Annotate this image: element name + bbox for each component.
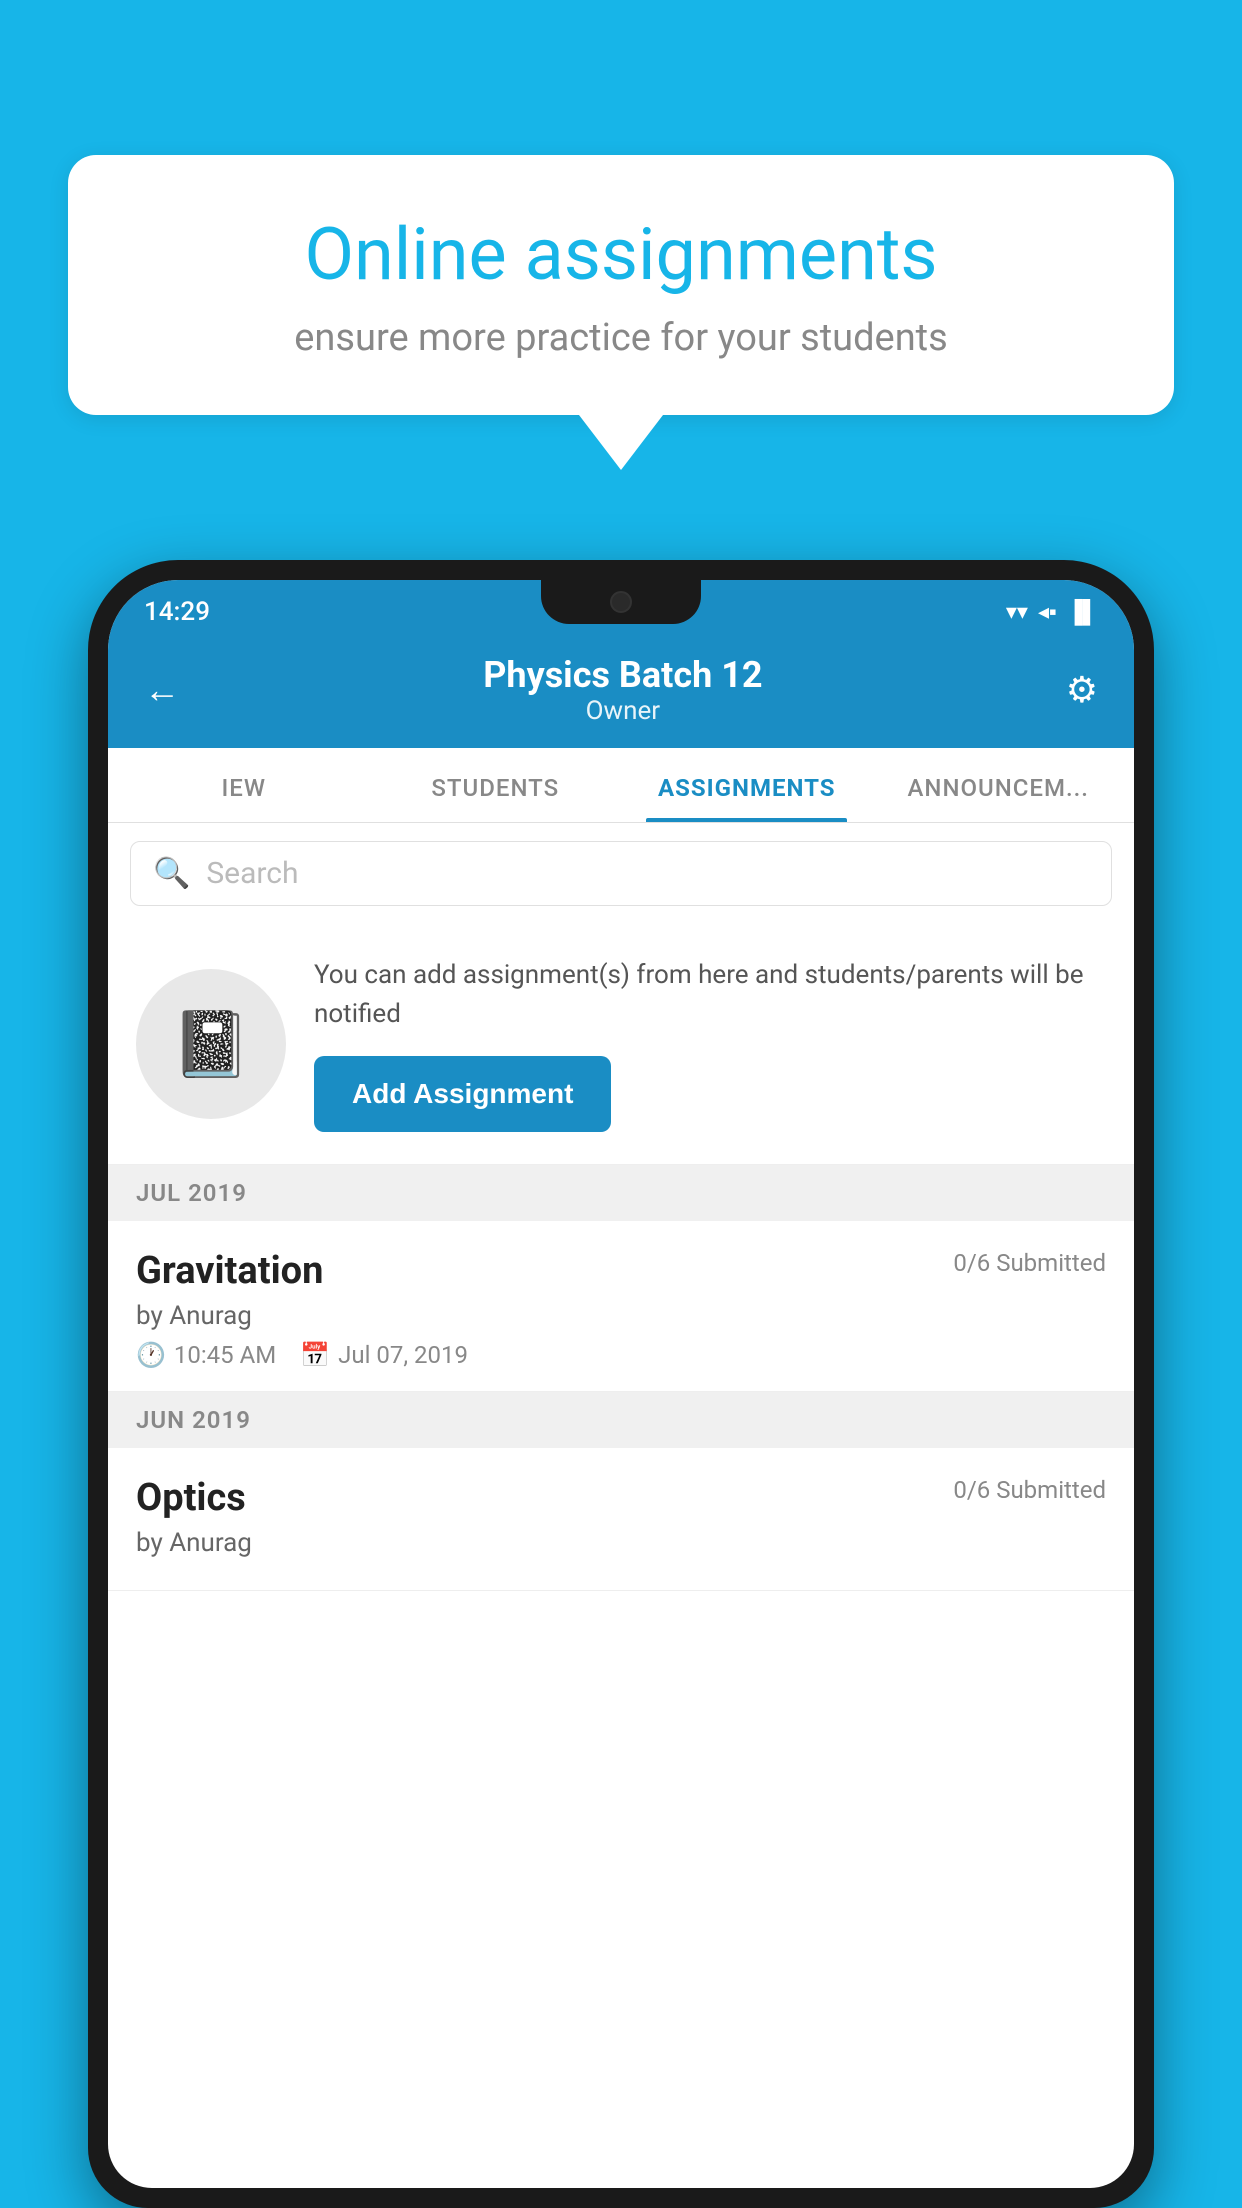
phone-frame: 14:29 ▾▾ ◂▪ ▐▌ ← Physics Batch 12 Owner … — [88, 560, 1154, 2208]
speech-bubble-arrow — [579, 415, 663, 470]
search-container: 🔍 Search — [108, 823, 1134, 924]
assignment-gravitation-header: Gravitation 0/6 Submitted — [136, 1249, 1106, 1293]
assignment-optics-submitted: 0/6 Submitted — [953, 1476, 1106, 1504]
battery-icon: ▐▌ — [1067, 599, 1098, 625]
assignment-optics-title: Optics — [136, 1476, 246, 1520]
assignment-gravitation-title: Gravitation — [136, 1249, 323, 1293]
notebook-icon: 📓 — [171, 1007, 251, 1082]
calendar-icon: 📅 — [300, 1341, 330, 1369]
header-subtitle: Owner — [483, 696, 762, 726]
camera-dot — [610, 591, 632, 613]
tab-announcements[interactable]: ANNOUNCEM... — [873, 748, 1125, 822]
add-assignment-button[interactable]: Add Assignment — [314, 1056, 611, 1132]
assignment-optics[interactable]: Optics 0/6 Submitted by Anurag — [108, 1448, 1134, 1591]
promo-description: You can add assignment(s) from here and … — [314, 956, 1106, 1034]
phone-screen: 14:29 ▾▾ ◂▪ ▐▌ ← Physics Batch 12 Owner … — [108, 580, 1134, 2188]
section-jul-2019: JUL 2019 — [108, 1165, 1134, 1221]
section-jun-2019: JUN 2019 — [108, 1392, 1134, 1448]
signal-icon: ◂▪ — [1038, 599, 1057, 625]
phone-notch — [541, 580, 701, 624]
assignment-icon-circle: 📓 — [136, 969, 286, 1119]
assignment-gravitation-meta: 🕐 10:45 AM 📅 Jul 07, 2019 — [136, 1341, 1106, 1369]
assignment-gravitation-date: 📅 Jul 07, 2019 — [300, 1341, 468, 1369]
header-title: Physics Batch 12 — [483, 654, 762, 696]
speech-bubble-subtitle: ensure more practice for your students — [138, 316, 1104, 360]
speech-bubble: Online assignments ensure more practice … — [68, 155, 1174, 415]
back-arrow-icon[interactable]: ← — [144, 669, 180, 711]
gear-icon[interactable]: ⚙ — [1066, 669, 1098, 711]
promo-card: 📓 You can add assignment(s) from here an… — [108, 924, 1134, 1165]
tabs-bar: IEW STUDENTS ASSIGNMENTS ANNOUNCEM... — [108, 748, 1134, 823]
speech-bubble-wrapper: Online assignments ensure more practice … — [68, 155, 1174, 470]
assignment-gravitation-time: 🕐 10:45 AM — [136, 1341, 276, 1369]
assignment-gravitation-author: by Anurag — [136, 1301, 1106, 1331]
tab-students[interactable]: STUDENTS — [370, 748, 622, 822]
assignment-optics-header: Optics 0/6 Submitted — [136, 1476, 1106, 1520]
tab-iew[interactable]: IEW — [118, 748, 370, 822]
wifi-icon: ▾▾ — [1006, 600, 1028, 625]
promo-text-block: You can add assignment(s) from here and … — [314, 956, 1106, 1132]
header-title-block: Physics Batch 12 Owner — [483, 654, 762, 726]
assignment-gravitation[interactable]: Gravitation 0/6 Submitted by Anurag 🕐 10… — [108, 1221, 1134, 1392]
status-time: 14:29 — [144, 597, 210, 627]
tab-assignments[interactable]: ASSIGNMENTS — [621, 748, 873, 822]
search-input[interactable]: Search — [206, 856, 298, 891]
assignment-optics-author: by Anurag — [136, 1528, 1106, 1558]
search-bar[interactable]: 🔍 Search — [130, 841, 1112, 906]
clock-icon: 🕐 — [136, 1341, 166, 1369]
search-icon: 🔍 — [153, 856, 190, 891]
status-icons: ▾▾ ◂▪ ▐▌ — [1006, 599, 1098, 625]
app-header: ← Physics Batch 12 Owner ⚙ — [108, 636, 1134, 748]
speech-bubble-title: Online assignments — [138, 215, 1104, 294]
assignment-gravitation-submitted: 0/6 Submitted — [953, 1249, 1106, 1277]
